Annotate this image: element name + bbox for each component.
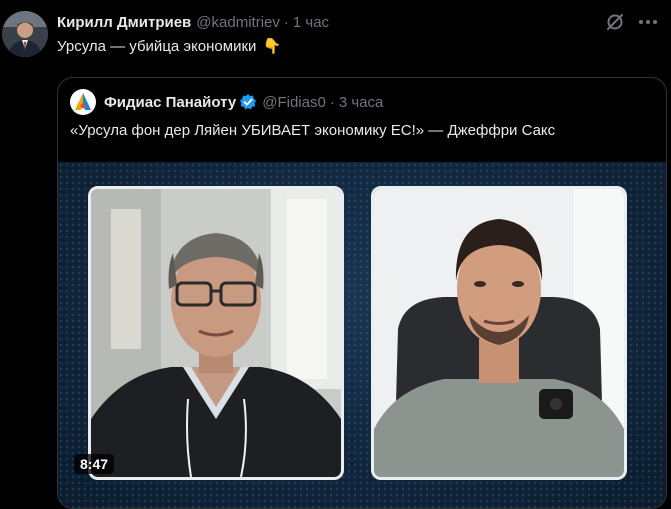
- author-avatar[interactable]: [2, 11, 48, 57]
- author-handle[interactable]: @kadmitriev: [196, 14, 280, 31]
- quote-separator-dot: ·: [329, 93, 335, 111]
- post-text: Урсула — убийца экономики 👇: [57, 37, 281, 55]
- grok-icon[interactable]: [604, 11, 626, 33]
- pointing-down-emoji: 👇: [262, 37, 282, 55]
- post: Кирилл Дмитриев @kadmitriev · 1 час Урсу…: [0, 0, 671, 509]
- quote-avatar-logo-icon: [75, 93, 91, 110]
- separator-dot: ·: [283, 13, 289, 31]
- quote-header: Фидиас Панайоту @Fidias0 · 3 часа: [70, 89, 384, 115]
- video-frame-right-speaker: [371, 186, 627, 480]
- quote-text: «Урсула фон дер Ляйен УБИВАЕТ экономику …: [70, 122, 556, 139]
- quote-author-handle[interactable]: @Fidias0: [262, 94, 326, 111]
- quote-author-avatar[interactable]: [70, 89, 96, 115]
- verified-badge-icon: [239, 93, 257, 111]
- quote-time[interactable]: 3 часа: [339, 94, 384, 111]
- post-time[interactable]: 1 час: [293, 14, 329, 31]
- more-icon[interactable]: [636, 11, 660, 33]
- author-name[interactable]: Кирилл Дмитриев: [57, 14, 191, 31]
- post-text-content: Урсула — убийца экономики: [57, 38, 257, 55]
- post-header: Кирилл Дмитриев @kadmitriev · 1 час: [57, 12, 329, 32]
- video-frame-left-speaker: [88, 186, 344, 480]
- video-player[interactable]: 8:47: [58, 162, 666, 508]
- video-duration: 8:47: [74, 454, 115, 474]
- quote-author-name[interactable]: Фидиас Панайоту: [104, 94, 236, 111]
- quoted-post[interactable]: Фидиас Панайоту @Fidias0 · 3 часа «Урсул…: [57, 77, 667, 509]
